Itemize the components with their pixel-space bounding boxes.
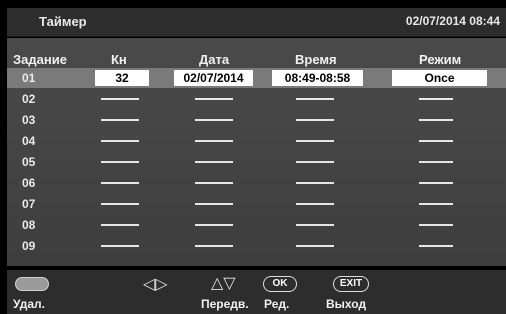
timer-row-03[interactable]: 03 [7, 110, 506, 130]
row-number: 09 [22, 239, 36, 253]
timer-row-02[interactable]: 02 [7, 89, 506, 109]
column-mode: Режим [419, 52, 462, 67]
time-empty [296, 140, 334, 142]
mode-empty [419, 98, 453, 100]
column-task: Задание [13, 52, 67, 67]
time-empty [296, 182, 334, 184]
row-number: 01 [22, 71, 36, 85]
channel-empty [101, 119, 139, 121]
timer-screen: Таймер 02/07/2014 08:44 Задание Кн Дата … [0, 0, 506, 314]
channel-empty [101, 245, 139, 247]
timer-row-09[interactable]: 09 [7, 236, 506, 256]
mode-empty [419, 182, 453, 184]
channel-empty [101, 224, 139, 226]
date-empty [195, 203, 233, 205]
row-number: 02 [22, 92, 36, 106]
channel-empty [101, 182, 139, 184]
screen-title: Таймер [39, 14, 87, 29]
channel-cell[interactable]: 32 [95, 70, 149, 86]
mode-empty [419, 245, 453, 247]
timer-row-04[interactable]: 04 [7, 131, 506, 151]
date-empty [195, 245, 233, 247]
mode-empty [419, 119, 453, 121]
mode-cell[interactable]: Once [392, 70, 487, 86]
row-number: 03 [22, 113, 36, 127]
date-empty [195, 140, 233, 142]
time-empty [296, 98, 334, 100]
delete-label: Удал. [13, 297, 45, 311]
mode-empty [419, 224, 453, 226]
time-cell[interactable]: 08:49-08:58 [272, 70, 363, 86]
channel-empty [101, 140, 139, 142]
edit-label: Ред. [264, 297, 290, 311]
up-down-arrows-icon: △▽ [211, 275, 236, 292]
channel-empty [101, 203, 139, 205]
ok-key[interactable]: OK [263, 276, 297, 292]
column-channel: Кн [111, 52, 127, 67]
date-empty [195, 98, 233, 100]
column-time: Время [295, 52, 337, 67]
time-empty [296, 224, 334, 226]
mode-empty [419, 161, 453, 163]
exit-label: Выход [326, 297, 367, 311]
timer-row-06[interactable]: 06 [7, 173, 506, 193]
timer-row-07[interactable]: 07 [7, 194, 506, 214]
left-right-arrows-icon: ◁▷ [143, 276, 168, 293]
red-key-icon[interactable] [15, 277, 49, 291]
channel-empty [101, 161, 139, 163]
channel-empty [101, 98, 139, 100]
row-number: 08 [22, 218, 36, 232]
date-empty [195, 224, 233, 226]
timer-row-05[interactable]: 05 [7, 152, 506, 172]
time-empty [296, 119, 334, 121]
date-empty [195, 182, 233, 184]
date-empty [195, 119, 233, 121]
date-empty [195, 161, 233, 163]
row-number: 06 [22, 176, 36, 190]
column-date: Дата [199, 52, 230, 67]
exit-key[interactable]: EXIT [333, 276, 369, 292]
current-datetime: 02/07/2014 08:44 [405, 14, 500, 28]
button-legend: Удал. ◁▷ △▽ Передв. OK Ред. EXIT Выход [7, 270, 506, 314]
mode-empty [419, 140, 453, 142]
date-cell[interactable]: 02/07/2014 [174, 70, 253, 86]
timer-row-08[interactable]: 08 [7, 215, 506, 235]
row-number: 05 [22, 155, 36, 169]
time-empty [296, 245, 334, 247]
time-empty [296, 203, 334, 205]
move-label: Передв. [201, 297, 249, 311]
mode-empty [419, 203, 453, 205]
timer-table: Задание Кн Дата Время Режим 01 32 02/07/… [7, 38, 506, 266]
time-empty [296, 161, 334, 163]
timer-row-01[interactable]: 01 32 02/07/2014 08:49-08:58 Once [7, 68, 506, 88]
header-bar: Таймер 02/07/2014 08:44 [7, 8, 506, 37]
row-number: 07 [22, 197, 36, 211]
row-number: 04 [22, 134, 36, 148]
